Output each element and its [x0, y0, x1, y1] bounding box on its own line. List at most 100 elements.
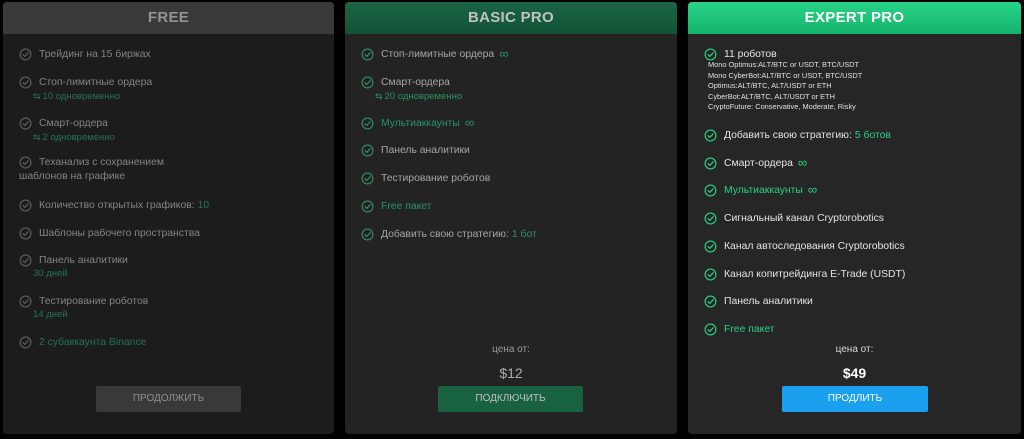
- feature-text: Добавить свою стратегию:: [381, 229, 509, 240]
- feature-item-robots: 11 роботов Mono Optimus:ALT/BTC or USDT,…: [704, 48, 1011, 113]
- feature-text: Смарт-ордера: [39, 118, 108, 129]
- feature-item: Добавить свою стратегию: 1 бот: [361, 228, 667, 242]
- feature-text: Панель аналитики: [381, 145, 470, 156]
- feature-item: Количество открытых графиков: 10: [19, 199, 324, 213]
- plan-card-basic-pro: BASIC PRO Стоп-лимитные ордера ∞ Смарт-ор…: [345, 2, 677, 434]
- check-circle-icon: [19, 199, 33, 213]
- feature-text: Канал копитрейдинга E-Trade (USDT): [724, 269, 906, 280]
- check-circle-icon: [361, 76, 375, 90]
- feature-item: Смарт-ордера ∞: [704, 155, 1011, 171]
- feature-item: Трейдинг на 15 биржах: [19, 48, 324, 62]
- feature-limit: 20 одновременно: [384, 91, 463, 102]
- feature-item: Смарт-ордера ⇆ 2 одновременно: [19, 117, 324, 144]
- continue-button[interactable]: ПРОДОЛЖИТЬ: [96, 386, 241, 412]
- check-circle-icon: [704, 240, 718, 254]
- check-circle-icon: [361, 117, 375, 131]
- check-circle-icon: [19, 76, 33, 90]
- feature-text: Free пакет: [724, 324, 775, 335]
- feature-text: Теханализ с сохранением: [39, 157, 164, 168]
- feature-item: Стоп-лимитные ордера ⇆ 10 одновременно: [19, 76, 324, 103]
- feature-item: Free пакет: [704, 323, 1011, 337]
- price-value: $49: [842, 365, 867, 381]
- feature-text: Free пакет: [381, 201, 432, 212]
- feature-item: Free пакет: [361, 200, 667, 214]
- renew-button[interactable]: ПРОДЛИТЬ: [782, 386, 928, 412]
- feature-text: Смарт-ордера: [381, 77, 450, 88]
- feature-item: Панель аналитики: [361, 144, 667, 158]
- check-circle-icon: [361, 48, 375, 62]
- feature-text: Канал автоследования Cryptorobotics: [724, 241, 905, 252]
- check-circle-icon: [361, 144, 375, 158]
- feature-item: Канал копитрейдинга E-Trade (USDT): [704, 268, 1011, 282]
- feature-item: Канал автоследования Cryptorobotics: [704, 240, 1011, 254]
- feature-text: 2 субаккаунта Binance: [39, 337, 147, 348]
- feature-value: 1 бот: [511, 229, 537, 240]
- check-circle-icon: [19, 117, 33, 131]
- feature-item: Добавить свою стратегию: 5 ботов: [704, 129, 1011, 143]
- feature-text: Трейдинг на 15 биржах: [39, 49, 151, 60]
- robots-list: Mono Optimus:ALT/BTC or USDT, BTC/USDT M…: [704, 60, 1011, 113]
- check-circle-icon: [704, 212, 718, 226]
- feature-item: Смарт-ордера ⇆ 20 одновременно: [361, 76, 667, 103]
- feature-limit: 2 одновременно: [42, 132, 115, 143]
- price-label: цена от:: [835, 344, 874, 355]
- feature-text: Сигнальный канал Cryptorobotics: [724, 213, 884, 224]
- check-circle-icon: [361, 200, 375, 214]
- check-circle-icon: [704, 157, 718, 171]
- subscribe-button[interactable]: ПОДКЛЮЧИТЬ: [438, 386, 583, 412]
- infinity-icon: ∞: [464, 115, 475, 130]
- feature-text: Панель аналитики: [39, 255, 128, 266]
- feature-text: Стоп-лимитные ордера: [381, 49, 495, 60]
- feature-text: Мультиаккаунты: [724, 185, 803, 196]
- check-circle-icon: [19, 295, 33, 309]
- feature-text: Тестирование роботов: [381, 173, 491, 184]
- robot-line: CyberBot:ALT/BTC, ALT/USDT or ETH: [708, 91, 835, 101]
- feature-text: Количество открытых графиков:: [39, 200, 195, 211]
- feature-text: Шаблоны рабочего пространства: [39, 228, 200, 239]
- check-circle-icon: [704, 295, 718, 309]
- check-circle-icon: [19, 227, 33, 241]
- feature-value: 10: [197, 200, 210, 211]
- feature-item: Тестирование роботов 14 дней: [19, 295, 324, 321]
- feature-limit: 14 дней: [33, 309, 68, 320]
- check-circle-icon: [361, 172, 375, 186]
- feature-text: Добавить свою стратегию:: [724, 130, 852, 141]
- check-circle-icon: [19, 336, 33, 350]
- swap-arrows-icon: ⇆: [33, 132, 41, 142]
- check-circle-icon: [704, 184, 718, 198]
- feature-item: Стоп-лимитные ордера ∞: [361, 46, 667, 62]
- plan-title: FREE: [3, 2, 334, 34]
- infinity-icon: ∞: [499, 46, 509, 61]
- feature-text-continued: шаблонов на графике: [19, 171, 126, 182]
- feature-limit: 10 одновременно: [42, 91, 121, 102]
- check-circle-icon: [704, 129, 718, 143]
- robot-line: CryptoFuture: Conservative, Moderate, Ri…: [708, 102, 856, 111]
- check-circle-icon: [19, 156, 33, 170]
- plan-card-free: FREE Трейдинг на 15 биржах Стоп-лимитные…: [3, 2, 334, 434]
- swap-arrows-icon: ⇆: [33, 91, 41, 101]
- robot-line: Optimus:ALT/BTC, ALT/USDT or ETH: [708, 81, 832, 90]
- feature-text: Панель аналитики: [724, 296, 813, 307]
- check-circle-icon: [704, 268, 718, 282]
- infinity-icon: ∞: [807, 182, 818, 197]
- feature-value: 5 ботов: [854, 130, 891, 141]
- feature-item: Панель аналитики: [704, 295, 1011, 309]
- price-label: цена от:: [492, 344, 530, 355]
- feature-item: Панель аналитики 30 дней: [19, 254, 324, 280]
- feature-text: Стоп-лимитные ордера: [39, 77, 153, 88]
- robot-line: Mono Optimus:ALT/BTC or USDT, BTC/USDT: [708, 60, 859, 69]
- feature-text: Тестирование роботов: [39, 296, 149, 307]
- check-circle-icon: [361, 228, 375, 242]
- feature-item: 2 субаккаунта Binance: [19, 336, 324, 350]
- swap-arrows-icon: ⇆: [375, 91, 383, 101]
- feature-text: Мультиаккаунты: [381, 118, 460, 129]
- plan-card-expert-pro: EXPERT PRO 11 роботов Mono Optimus:ALT/B…: [688, 2, 1021, 434]
- feature-item: Тестирование роботов: [361, 172, 667, 186]
- robot-line: Mono CyberBot:ALT/BTC or USDT, BTC/USDT: [708, 70, 863, 80]
- infinity-icon: ∞: [797, 155, 808, 170]
- check-circle-icon: [19, 48, 33, 62]
- feature-limit: 30 дней: [33, 268, 68, 279]
- feature-item: Мультиаккаунты ∞: [361, 115, 667, 131]
- price-value: $12: [499, 365, 523, 381]
- check-circle-icon: [19, 254, 33, 268]
